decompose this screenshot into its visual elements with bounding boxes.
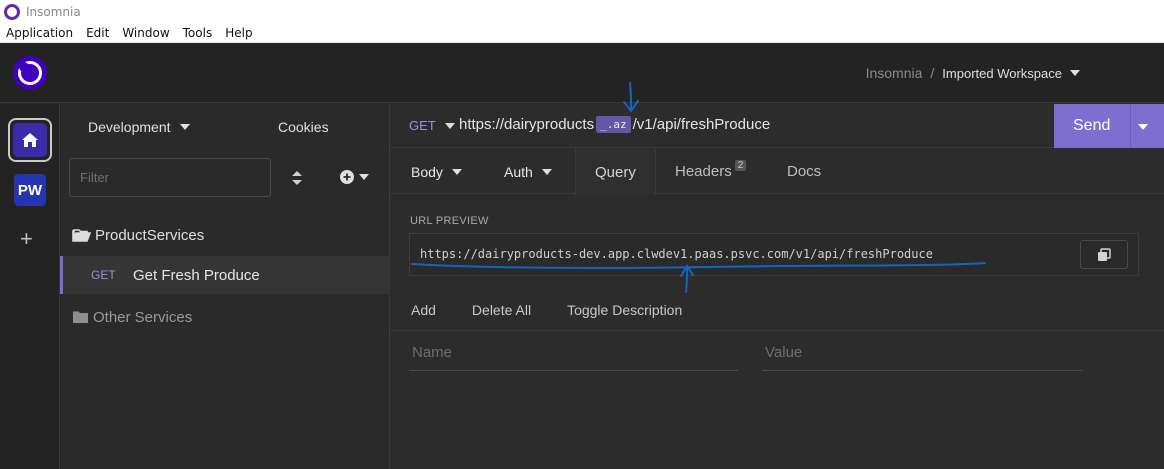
environment-selector[interactable]: Development — [88, 119, 190, 135]
query-actions: Add Delete All Toggle Description — [411, 302, 718, 318]
menu-bar: Application Edit Window Tools Help — [0, 23, 1164, 43]
workspace-avatar[interactable]: PW — [14, 174, 46, 206]
send-options-chevron-icon[interactable] — [1138, 124, 1148, 130]
insomnia-logo-icon[interactable] — [13, 56, 47, 90]
request-tabs: Body Auth Query Headers 2 Docs — [391, 149, 1164, 195]
copy-url-button[interactable] — [1080, 240, 1128, 269]
url-preview-text: https://dairyproducts-dev.app.clwdev1.pa… — [420, 247, 933, 261]
tab-docs[interactable]: Docs — [787, 149, 821, 194]
add-param-button[interactable]: Add — [411, 302, 436, 318]
url-preview-label: URL PREVIEW — [410, 215, 489, 227]
cookies-button[interactable]: Cookies — [278, 119, 329, 135]
tab-auth[interactable]: Auth — [504, 149, 552, 194]
param-value-field[interactable]: Value — [762, 343, 1083, 371]
menu-help[interactable]: Help — [225, 26, 252, 40]
request-method-badge: GET — [91, 268, 116, 282]
tab-headers-label: Headers — [675, 163, 732, 180]
query-panel: URL PREVIEW https://dairyproducts-dev.ap… — [391, 195, 1164, 469]
url-variable-tag[interactable]: _.az — [596, 116, 631, 133]
param-name-field[interactable]: Name — [409, 343, 738, 371]
chevron-down-icon — [451, 168, 462, 175]
window-title: Insomnia — [26, 4, 81, 19]
method-label: GET — [409, 118, 436, 133]
menu-tools[interactable]: Tools — [183, 26, 213, 40]
home-button[interactable] — [8, 118, 52, 162]
request-name: Get Fresh Produce — [133, 266, 260, 284]
menu-application[interactable]: Application — [6, 26, 73, 40]
tab-body[interactable]: Body — [411, 149, 462, 194]
breadcrumb-workspace[interactable]: Imported Workspace — [942, 66, 1062, 81]
toggle-description-button[interactable]: Toggle Description — [567, 302, 682, 318]
send-label: Send — [1073, 117, 1111, 134]
add-request-button[interactable] — [340, 170, 369, 184]
send-divider — [1130, 104, 1131, 148]
chevron-down-icon — [541, 168, 552, 175]
tab-docs-label: Docs — [787, 163, 822, 180]
copy-icon — [1098, 247, 1111, 261]
request-item-get-fresh-produce[interactable]: GET Get Fresh Produce — [60, 256, 390, 294]
delete-all-button[interactable]: Delete All — [472, 302, 531, 318]
chevron-down-icon — [359, 174, 369, 180]
sort-icon[interactable] — [291, 170, 303, 186]
url-input[interactable]: https://dairyproducts _.az /v1/api/fresh… — [459, 116, 770, 133]
breadcrumb: Insomnia / Imported Workspace — [866, 65, 1080, 81]
chevron-down-icon — [179, 124, 190, 130]
menu-edit[interactable]: Edit — [86, 26, 109, 40]
folder-product-services[interactable]: ProductServices — [60, 216, 390, 254]
home-icon — [13, 123, 47, 157]
tab-body-label: Body — [411, 163, 443, 180]
app-header: Insomnia / Imported Workspace — [0, 43, 1164, 103]
divider — [391, 330, 1164, 331]
breadcrumb-separator: / — [930, 65, 935, 81]
url-prefix: https://dairyproducts — [459, 116, 595, 133]
chevron-down-icon — [444, 122, 455, 129]
tab-query[interactable]: Query — [575, 149, 656, 195]
add-workspace-icon[interactable]: + — [20, 228, 33, 250]
sidebar: Development Cookies ProductServices GET … — [60, 104, 390, 469]
folder-label: Other Services — [93, 308, 193, 326]
folder-open-icon — [72, 229, 91, 242]
workspace-rail: PW + — [0, 104, 60, 469]
breadcrumb-app[interactable]: Insomnia — [866, 65, 923, 81]
insomnia-app-icon — [4, 3, 20, 20]
folder-icon — [73, 311, 88, 323]
chevron-down-icon[interactable] — [1070, 70, 1080, 76]
folder-other-services[interactable]: Other Services — [60, 298, 390, 336]
filter-input[interactable] — [69, 158, 271, 197]
folder-label: ProductServices — [95, 226, 205, 244]
menu-window[interactable]: Window — [122, 26, 169, 40]
environment-label: Development — [88, 119, 171, 135]
url-suffix: /v1/api/freshProduce — [632, 116, 771, 133]
headers-count-badge: 2 — [734, 160, 747, 171]
tab-query-label: Query — [595, 163, 636, 181]
url-bar: GET https://dairyproducts _.az /v1/api/f… — [391, 104, 1164, 148]
send-button[interactable]: Send — [1054, 104, 1164, 148]
tab-headers[interactable]: Headers 2 — [675, 149, 747, 194]
tab-auth-label: Auth — [504, 163, 533, 180]
method-selector[interactable]: GET — [409, 118, 455, 133]
plus-circle-icon — [340, 170, 354, 184]
window-title-bar: Insomnia — [0, 0, 1164, 23]
url-preview-box: https://dairyproducts-dev.app.clwdev1.pa… — [409, 233, 1139, 276]
